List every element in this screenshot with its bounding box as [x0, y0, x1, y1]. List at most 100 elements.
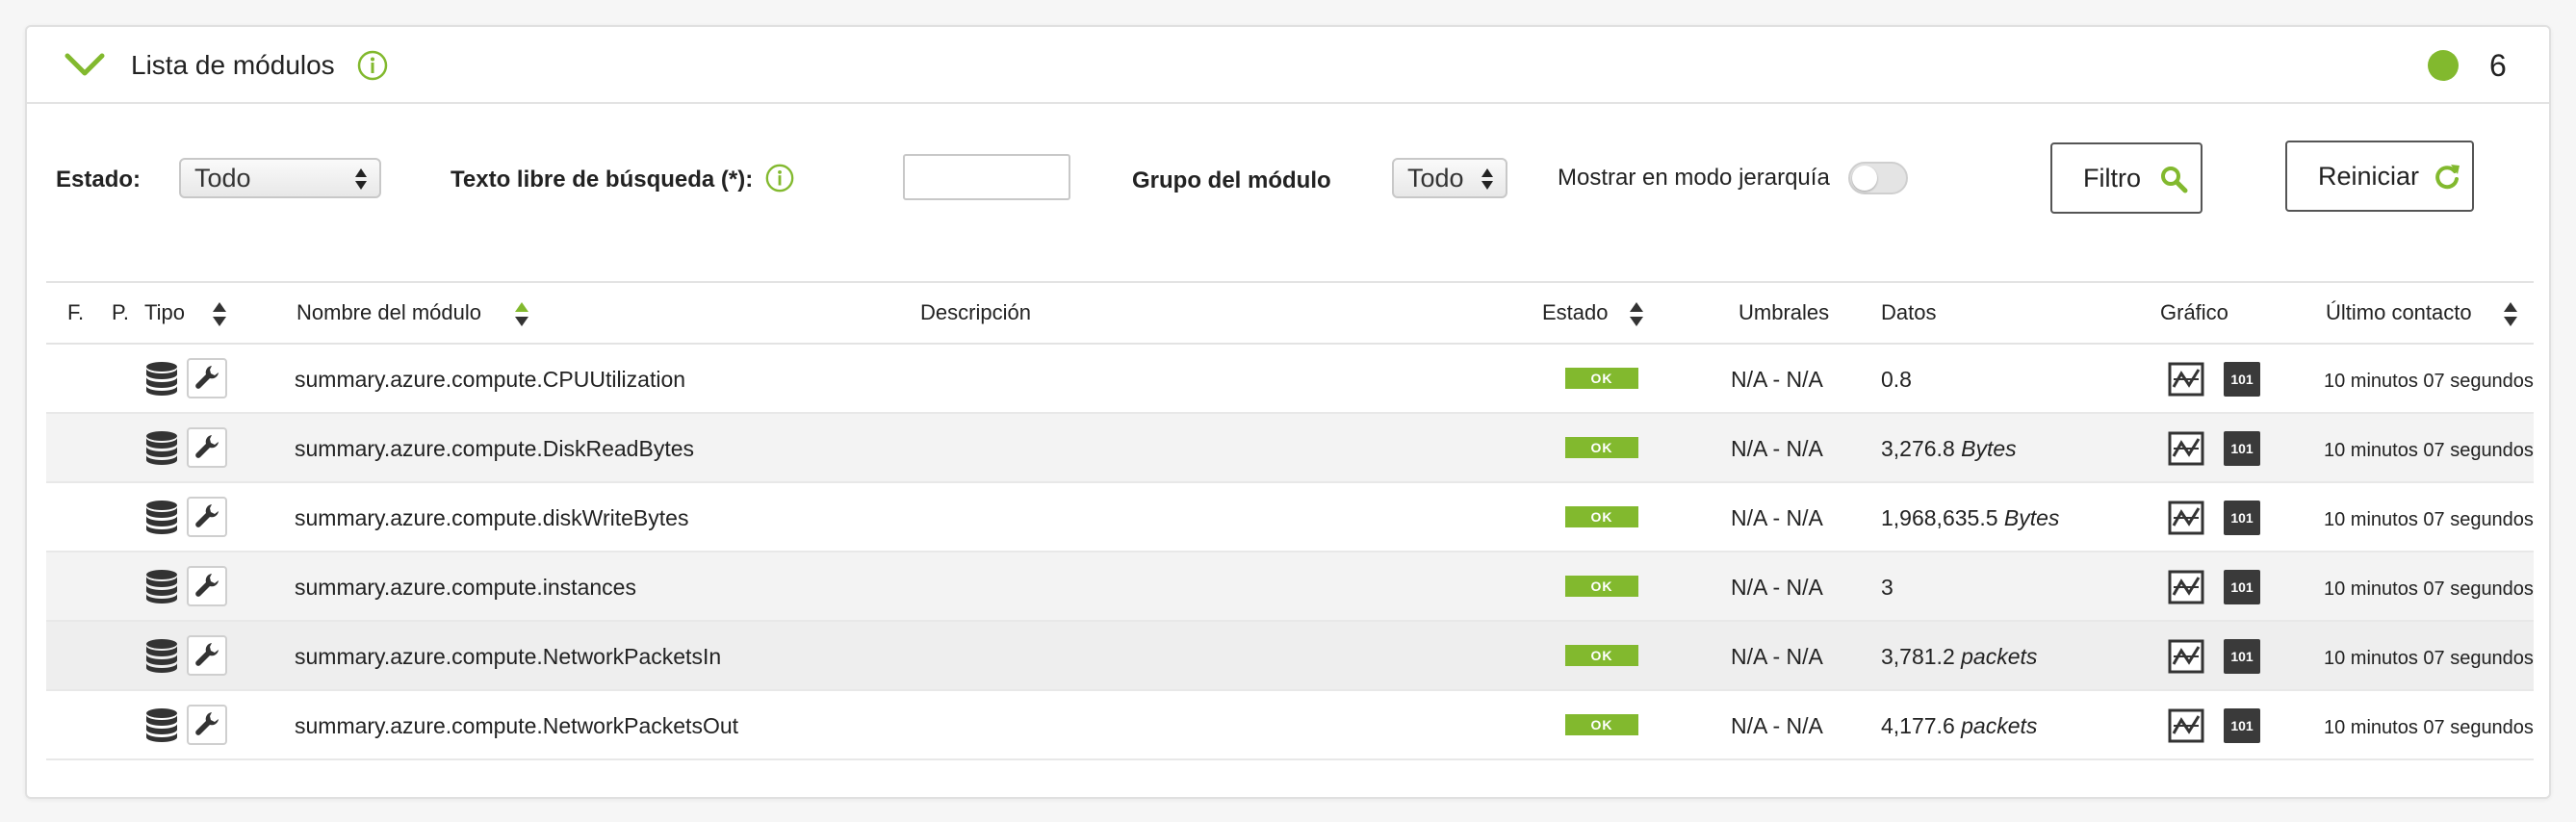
database-icon [146, 501, 177, 534]
wrench-icon[interactable] [187, 566, 227, 606]
sort-icon[interactable] [212, 300, 227, 329]
module-name[interactable]: summary.azure.compute.NetworkPacketsIn [295, 641, 721, 672]
module-name[interactable]: summary.azure.compute.instances [295, 572, 636, 603]
search-label: Texto libre de búsqueda (*): [451, 167, 754, 193]
database-icon [146, 570, 177, 604]
hierarchy-toggle[interactable] [1848, 162, 1908, 194]
wrench-icon[interactable] [187, 497, 227, 537]
filter-button-label: Filtro [2083, 164, 2141, 193]
wrench-icon[interactable] [187, 635, 227, 676]
module-name[interactable]: summary.azure.compute.diskWriteBytes [295, 502, 688, 533]
filter-button[interactable]: Filtro [2050, 142, 2202, 214]
estado-label: Estado: [56, 167, 142, 193]
table-row: summary.azure.compute.NetworkPacketsOut … [46, 691, 2534, 760]
value-number: 3 [1881, 575, 1893, 600]
last-contact: 10 minutos 07 segundos [2324, 440, 2534, 461]
value-unit: packets [1961, 713, 2038, 738]
data-value: 4,177.6 packets [1881, 710, 2037, 741]
database-icon [146, 708, 177, 742]
binary-data-icon[interactable]: 101 [2224, 362, 2260, 397]
status-badge: OK [1565, 506, 1638, 527]
data-value: 1,968,635.5 Bytes [1881, 502, 2059, 533]
status-badge: OK [1565, 368, 1638, 389]
graph-icon[interactable] [2168, 362, 2204, 397]
sort-icon[interactable] [514, 300, 529, 329]
col-ultimo: Último contacto [2326, 300, 2472, 324]
table-header: F. P. Tipo Nombre del módulo Descripción… [46, 281, 2534, 345]
col-estado: Estado [1542, 300, 1609, 324]
last-contact: 10 minutos 07 segundos [2324, 648, 2534, 669]
modules-table: F. P. Tipo Nombre del módulo Descripción… [46, 281, 2534, 760]
graph-icon[interactable] [2168, 639, 2204, 674]
info-icon[interactable] [764, 163, 795, 193]
panel-header: Lista de módulos 6 [27, 27, 2549, 104]
status-badge: OK [1565, 437, 1638, 458]
sort-icon[interactable] [1629, 300, 1644, 329]
estado-select[interactable]: Todo [179, 158, 381, 198]
col-datos: Datos [1881, 300, 1937, 324]
estado-select-value: Todo [194, 164, 251, 193]
binary-data-icon[interactable]: 101 [2224, 708, 2260, 743]
module-name[interactable]: summary.azure.compute.CPUUtilization [295, 364, 685, 395]
graph-icon[interactable] [2168, 431, 2204, 466]
chevron-down-icon[interactable] [64, 50, 106, 79]
reset-button-label: Reiniciar [2318, 162, 2420, 191]
last-contact: 10 minutos 07 segundos [2324, 578, 2534, 600]
value-number: 0.8 [1881, 367, 1912, 392]
data-value: 3,781.2 packets [1881, 641, 2037, 672]
table-row: summary.azure.compute.DiskReadBytes OK N… [46, 414, 2534, 483]
col-descripcion: Descripción [920, 300, 1031, 324]
wrench-icon[interactable] [187, 705, 227, 745]
binary-data-icon[interactable]: 101 [2224, 501, 2260, 535]
group-select[interactable]: Todo [1392, 158, 1507, 198]
module-name[interactable]: summary.azure.compute.DiskReadBytes [295, 433, 694, 464]
thresholds: N/A - N/A [1731, 713, 1823, 738]
col-tipo: Tipo [144, 300, 185, 324]
search-input[interactable] [903, 154, 1070, 200]
module-list-panel: Lista de módulos 6 Estado: Todo Texto li… [25, 25, 2551, 799]
value-number: 3,781.2 [1881, 644, 1955, 669]
data-value: 3 [1881, 572, 1893, 603]
module-name[interactable]: summary.azure.compute.NetworkPacketsOut [295, 710, 738, 741]
data-value: 0.8 [1881, 364, 1912, 395]
table-row: summary.azure.compute.diskWriteBytes OK … [46, 483, 2534, 552]
status-badge: OK [1565, 576, 1638, 597]
binary-data-icon[interactable]: 101 [2224, 639, 2260, 674]
value-unit: Bytes [2003, 505, 2060, 530]
select-arrows-icon [355, 168, 367, 190]
table-row: summary.azure.compute.instances OK N/A -… [46, 552, 2534, 622]
graph-icon[interactable] [2168, 501, 2204, 535]
col-p: P. [112, 300, 129, 324]
info-icon[interactable] [356, 49, 389, 82]
last-contact: 10 minutos 07 segundos [2324, 717, 2534, 738]
search-icon [2161, 167, 2188, 193]
refresh-icon [2435, 165, 2460, 190]
col-nombre: Nombre del módulo [296, 300, 481, 324]
thresholds: N/A - N/A [1731, 436, 1823, 461]
select-arrows-icon [1481, 168, 1493, 190]
col-grafico: Gráfico [2160, 300, 2228, 324]
database-icon [146, 639, 177, 673]
value-number: 4,177.6 [1881, 713, 1955, 738]
toggle-knob [1852, 166, 1877, 191]
database-icon [146, 362, 177, 396]
hierarchy-label: Mostrar en modo jerarquía [1558, 165, 1830, 191]
table-row: summary.azure.compute.NetworkPacketsIn O… [46, 622, 2534, 691]
col-f: F. [67, 300, 85, 324]
last-contact: 10 minutos 07 segundos [2324, 509, 2534, 530]
group-label: Grupo del módulo [1132, 167, 1331, 193]
graph-icon[interactable] [2168, 570, 2204, 604]
graph-icon[interactable] [2168, 708, 2204, 743]
thresholds: N/A - N/A [1731, 505, 1823, 530]
wrench-icon[interactable] [187, 427, 227, 468]
group-select-value: Todo [1407, 164, 1464, 193]
module-count: 6 [2489, 48, 2507, 83]
reset-button[interactable]: Reiniciar [2285, 141, 2474, 212]
status-badge: OK [1565, 714, 1638, 735]
value-unit: packets [1961, 644, 2038, 669]
binary-data-icon[interactable]: 101 [2224, 431, 2260, 466]
wrench-icon[interactable] [187, 358, 227, 398]
thresholds: N/A - N/A [1731, 367, 1823, 392]
binary-data-icon[interactable]: 101 [2224, 570, 2260, 604]
sort-icon[interactable] [2503, 300, 2518, 329]
